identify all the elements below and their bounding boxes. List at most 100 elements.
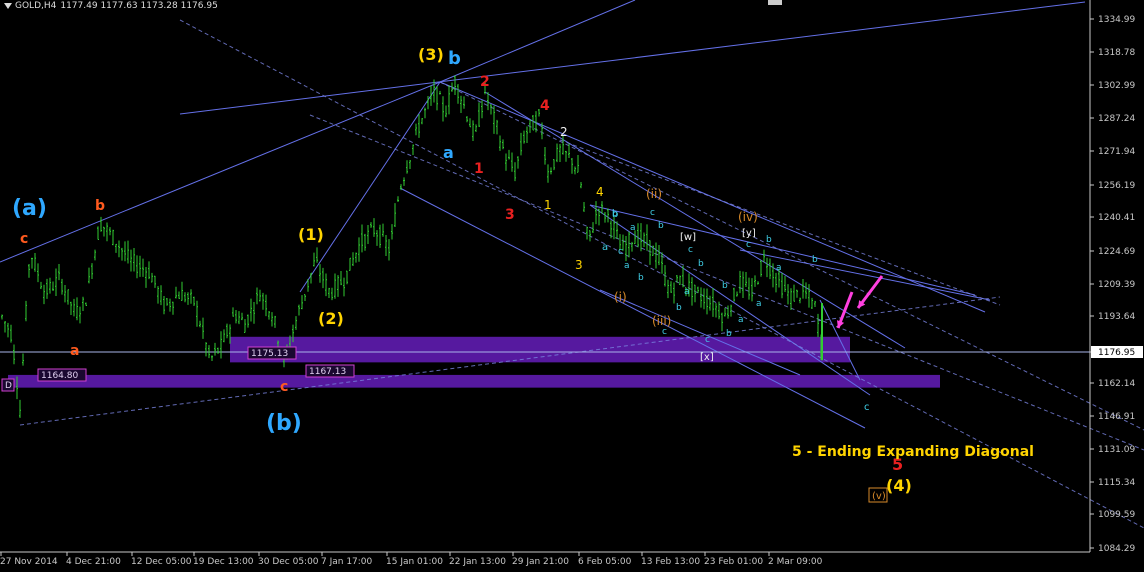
price-label-box: D <box>1 378 15 392</box>
subwave-label: b <box>722 281 728 291</box>
y-tick-label: 1146.91 <box>1098 412 1135 422</box>
y-tick-label: 1209.39 <box>1098 280 1135 290</box>
wave-label: b <box>95 198 105 214</box>
price-label-box: 1167.13 <box>305 364 355 378</box>
subwave-label: b <box>812 255 818 265</box>
wave-label: 1 <box>544 198 552 212</box>
x-tick-label: 23 Feb 01:00 <box>704 557 763 567</box>
y-tick-label: 1131.09 <box>1098 445 1135 455</box>
chart-canvas[interactable]: 1175.131167.131164.80D(a)cbac(b)(1)(2)(3… <box>0 0 1144 568</box>
subwave-label: a <box>684 287 690 297</box>
chart-background <box>0 0 1144 568</box>
last-price-value: 1176.95 <box>1098 348 1135 358</box>
subwave-label: a <box>630 223 636 233</box>
y-tick-label: 1287.24 <box>1098 114 1135 124</box>
price-label-text: 1164.80 <box>41 371 78 381</box>
wave-label: a <box>443 143 454 162</box>
subwave-label: a <box>776 263 782 273</box>
wave-label: (2) <box>318 309 344 328</box>
x-tick-label: 13 Feb 13:00 <box>641 557 700 567</box>
price-chart[interactable]: 1175.13 1167.13 1164.80 D (a) c b a c (b) (1) (2) (3… <box>0 0 1144 568</box>
wave-label: b <box>448 48 461 69</box>
ohlc-values: 1177.49 1177.63 1173.28 1176.95 <box>60 1 218 11</box>
x-tick-label: 7 Jan 17:00 <box>321 557 373 567</box>
wave-label: (3) <box>418 45 444 64</box>
x-tick-label: 15 Jan 01:00 <box>386 557 443 567</box>
wave-label: 3 <box>505 207 515 223</box>
x-tick-label: 30 Dec 05:00 <box>258 557 319 567</box>
price-label-text: D <box>5 381 12 391</box>
wave-label: [w] <box>680 232 696 243</box>
wave-label: (a) <box>12 196 47 221</box>
y-tick-label: 1318.78 <box>1098 48 1135 58</box>
x-tick-label: 2 Mar 09:00 <box>768 557 823 567</box>
wave-label: a <box>602 242 608 253</box>
wave-label: a <box>70 343 79 359</box>
subwave-label: b <box>698 259 704 269</box>
wave-label: c <box>20 231 28 247</box>
subwave-label: b <box>638 273 644 283</box>
subwave-label: b <box>766 235 772 245</box>
x-tick-label: 19 Dec 13:00 <box>193 557 254 567</box>
subwave-label: c <box>662 327 667 337</box>
subwave-label: c <box>618 247 623 257</box>
x-tick-label: 6 Feb 05:00 <box>578 557 632 567</box>
wave-label: [y] <box>742 228 756 239</box>
wave-label: 4 <box>596 185 604 199</box>
y-tick-label: 1224.69 <box>1098 247 1135 257</box>
wave-label: (1) <box>298 225 324 244</box>
symbol-name: GOLD,H4 <box>15 1 57 11</box>
y-tick-label: 1240.41 <box>1098 213 1135 223</box>
x-tick-label: 22 Jan 13:00 <box>449 557 506 567</box>
price-label-box: 1175.13 <box>247 346 297 360</box>
price-label-text: 1175.13 <box>251 349 288 359</box>
subwave-label: a <box>624 261 630 271</box>
subwave-label: a <box>738 315 744 325</box>
wave-label: 1 <box>474 161 484 177</box>
support-zone <box>8 374 940 388</box>
y-tick-label: 1099.59 <box>1098 510 1135 520</box>
price-label-box: 1164.80 <box>37 368 87 382</box>
wave-label: [x] <box>700 352 714 363</box>
y-tick-label: 1115.34 <box>1098 478 1135 488</box>
wave-label: (iii) <box>652 314 671 328</box>
wave-label: (v) <box>872 491 886 502</box>
wave-label: (ii) <box>646 187 662 201</box>
y-tick-label: 1193.64 <box>1098 312 1135 322</box>
support-zone <box>230 336 850 363</box>
subwave-label: b <box>612 209 618 219</box>
wave-label: c <box>280 379 288 395</box>
wave-label: 3 <box>575 258 583 272</box>
subwave-label: a <box>756 299 762 309</box>
subwave-label: c <box>688 245 693 255</box>
wave-label: (4) <box>886 476 912 495</box>
wave-label: 5 - Ending Expanding Diagonal <box>792 444 1034 460</box>
y-tick-label: 1256.19 <box>1098 181 1135 191</box>
subwave-label: c <box>705 335 710 345</box>
wave-label: (b) <box>266 411 302 436</box>
subwave-label: c <box>650 208 655 218</box>
symbol-header: GOLD,H4 1177.49 1177.63 1173.28 1176.95 <box>4 1 218 11</box>
wave-label: c <box>864 402 870 413</box>
subwave-label: c <box>746 240 751 250</box>
subwave-label: b <box>676 303 682 313</box>
wave-label: (i) <box>614 290 627 304</box>
wave-label: 2 <box>480 74 490 90</box>
wave-label: (iv) <box>738 210 758 224</box>
y-tick-label: 1334.99 <box>1098 15 1135 25</box>
x-tick-label: 27 Nov 2014 <box>0 557 58 567</box>
price-label-text: 1167.13 <box>309 367 346 377</box>
y-tick-label: 1162.14 <box>1098 379 1135 389</box>
wave-label: 4 <box>540 98 550 114</box>
x-tick-label: 29 Jan 21:00 <box>512 557 569 567</box>
collapse-caret-icon[interactable] <box>4 2 12 9</box>
subwave-label: b <box>658 221 664 231</box>
y-tick-label: 1271.94 <box>1098 147 1135 157</box>
subwave-label: b <box>726 329 732 339</box>
wave-label: 2 <box>560 125 568 139</box>
x-tick-label: 12 Dec 05:00 <box>131 557 192 567</box>
x-tick-label: 4 Dec 21:00 <box>66 557 121 567</box>
y-tick-label: 1084.29 <box>1098 544 1135 554</box>
window-handle-icon[interactable] <box>768 0 782 5</box>
y-tick-label: 1302.99 <box>1098 81 1135 91</box>
